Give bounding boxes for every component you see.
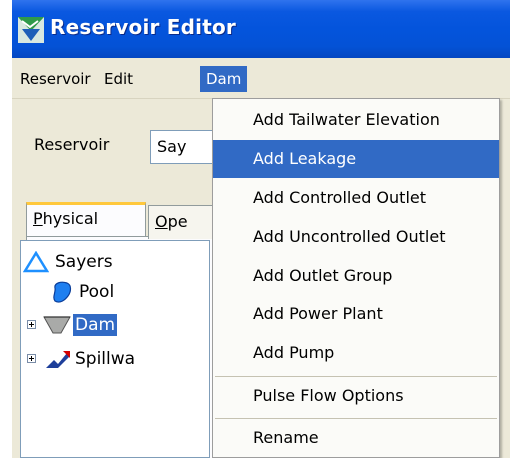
tab-physical-mnemonic: P — [33, 209, 43, 228]
menu-item-add-tailwater-elevation[interactable]: Add Tailwater Elevation — [213, 101, 499, 139]
window-title: Reservoir Editor — [50, 15, 236, 39]
reservoir-app-icon — [18, 17, 44, 43]
tab-physical[interactable]: Physical — [26, 202, 146, 236]
menu-dam[interactable]: Dam — [200, 66, 248, 92]
pool-icon — [53, 281, 72, 303]
menu-bar: Reservoir Edit Dam — [12, 58, 510, 99]
expand-dam-icon[interactable] — [27, 320, 36, 329]
reservoir-triangle-icon — [23, 251, 49, 273]
menu-edit[interactable]: Edit — [98, 66, 139, 92]
menu-item-add-controlled-outlet[interactable]: Add Controlled Outlet — [213, 179, 499, 217]
dam-dropdown-menu: Add Tailwater Elevation Add Leakage Add … — [212, 98, 500, 458]
dam-icon — [43, 316, 71, 334]
tree-label-dam: Dam — [73, 314, 118, 336]
tree-label-pool: Pool — [79, 282, 115, 302]
spillway-icon — [46, 351, 70, 368]
title-bar[interactable]: Reservoir Editor — [12, 0, 510, 58]
tab-operations-label: pe — [167, 212, 188, 231]
tree-label-spillway: Spillwa — [75, 349, 136, 369]
tab-operations-mnemonic: O — [155, 212, 168, 231]
menu-item-add-power-plant[interactable]: Add Power Plant — [213, 295, 499, 333]
menu-item-pulse-flow-options[interactable]: Pulse Flow Options — [213, 377, 499, 415]
menu-item-add-pump[interactable]: Add Pump — [213, 334, 499, 372]
menu-item-add-leakage[interactable]: Add Leakage — [213, 140, 499, 178]
menu-reservoir[interactable]: Reservoir — [14, 66, 97, 92]
menu-item-rename[interactable]: Rename — [213, 419, 499, 457]
tab-operations[interactable]: Ope — [148, 205, 220, 239]
reservoir-label: Reservoir — [34, 135, 110, 154]
app-window: Reservoir Editor Reservoir Edit Dam Rese… — [12, 0, 510, 458]
menu-item-add-uncontrolled-outlet[interactable]: Add Uncontrolled Outlet — [213, 218, 499, 256]
tab-physical-label: hysical — [42, 209, 99, 228]
tree-label-reservoir: Sayers — [55, 252, 113, 272]
reservoir-tree[interactable]: Sayers Pool Dam Spillwa — [20, 240, 210, 458]
menu-item-add-outlet-group[interactable]: Add Outlet Group — [213, 257, 499, 295]
expand-spillway-icon[interactable] — [27, 354, 36, 363]
